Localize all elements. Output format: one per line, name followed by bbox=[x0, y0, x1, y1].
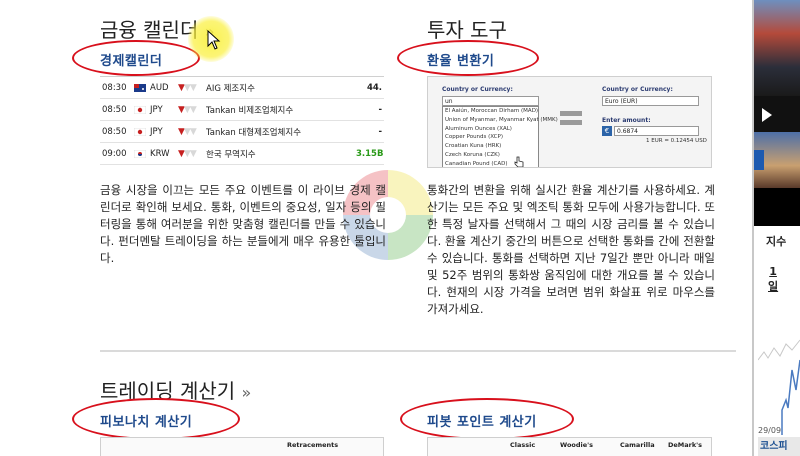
flag-jp-icon bbox=[134, 127, 146, 136]
table-row[interactable]: 08:50 JPY ▼▼▼ Tankan 대형제조업체지수 - bbox=[100, 121, 384, 143]
conversion-result: 1 EUR = 0.12454 USD bbox=[646, 138, 707, 144]
right-sidebar: 지수 1 일 29/09 코스피 bbox=[754, 0, 800, 456]
section-divider bbox=[100, 350, 736, 352]
importance-bull-icon: ▼▼▼ bbox=[178, 148, 197, 159]
from-label: Country or Currency: bbox=[442, 86, 513, 93]
event-value: - bbox=[378, 104, 382, 115]
table-row[interactable]: 09:00KRW▼▼▼한국 수출지수 bbox=[100, 165, 384, 168]
event-name: Tankan 비제조업체지수 bbox=[206, 105, 294, 116]
dropdown-option[interactable]: Croatian Kuna (HRK) bbox=[443, 142, 538, 151]
event-name: 한국 무역지수 bbox=[206, 149, 256, 160]
flag-au-icon bbox=[134, 83, 146, 92]
table-row[interactable]: 09:00 KRW ▼▼▼ 한국 무역지수 3.15B bbox=[100, 143, 384, 165]
index-label: 지수 bbox=[766, 235, 787, 248]
retracements-header: Retracements bbox=[287, 441, 339, 449]
event-currency: JPY bbox=[150, 126, 163, 137]
mouse-pointer-icon bbox=[207, 30, 221, 50]
importance-bull-icon: ▼▼▼ bbox=[178, 82, 197, 93]
currency-dropdown[interactable]: El Aaiún, Moroccan Dirham (MAD) Union of … bbox=[442, 106, 558, 167]
chevron-right-icon: » bbox=[241, 383, 252, 402]
period-tab-1[interactable]: 1 일 bbox=[768, 264, 778, 294]
amount-input[interactable]: 0.6874 bbox=[614, 126, 699, 136]
calendar-description: 금융 시장을 이끄는 모든 주요 이벤트를 이 라이브 경제 캘린더로 확인해 … bbox=[100, 183, 386, 265]
currency-converter-widget: Country or Currency: un El Aaiún, Morocc… bbox=[427, 76, 712, 168]
period-tab-unit: 일 bbox=[768, 280, 779, 293]
video-thumbnail[interactable] bbox=[754, 188, 800, 226]
event-value: - bbox=[378, 126, 382, 137]
pivot-header: Classic bbox=[510, 441, 536, 449]
converter-description: 통화간의 변환을 위해 실시간 환율 계산기를 사용하세요. 계산기는 모든 주… bbox=[427, 183, 715, 316]
to-label: Country or Currency: bbox=[602, 86, 673, 93]
fibonacci-widget: Retracements bbox=[100, 437, 384, 456]
slider-prev-icon[interactable] bbox=[754, 150, 764, 170]
event-currency: JPY bbox=[150, 104, 163, 115]
importance-bull-icon: ▼▼▼ bbox=[178, 126, 197, 137]
video-control-bar[interactable] bbox=[754, 96, 800, 132]
main-content: 금융 캘린더 » 경제캘린더 08:30AUD▼▼▼AIG 제조지수44.08:… bbox=[0, 0, 752, 456]
economic-calendar-link[interactable]: 경제캘린더 bbox=[100, 50, 162, 69]
pivot-header: Camarilla bbox=[620, 441, 655, 449]
pivot-point-calculator-link[interactable]: 피봇 포인트 계산기 bbox=[427, 411, 537, 430]
pivot-header: DeMark's bbox=[668, 441, 703, 449]
from-currency-input[interactable]: un bbox=[442, 96, 539, 106]
euro-icon: € bbox=[602, 126, 612, 136]
event-currency: KRW bbox=[150, 148, 170, 159]
event-time: 08:30 bbox=[102, 82, 127, 93]
dropdown-option[interactable]: Aluminum Ounces (XAL) bbox=[443, 125, 538, 134]
period-tab-number: 1 bbox=[769, 265, 777, 278]
chart-date: 29/09 bbox=[758, 426, 782, 435]
hand-cursor-icon bbox=[514, 156, 524, 167]
amount-label: Enter amount: bbox=[602, 117, 651, 124]
calendar-section-title-text: 금융 캘린더 bbox=[100, 18, 199, 42]
event-currency: AUD bbox=[150, 82, 169, 93]
event-value: 44. bbox=[366, 82, 382, 93]
swap-button-top[interactable] bbox=[560, 111, 582, 116]
importance-bull-icon: ▼▼▼ bbox=[178, 104, 197, 115]
event-name: AIG 제조지수 bbox=[206, 83, 255, 94]
dropdown-option[interactable]: El Aaiún, Moroccan Dirham (MAD) bbox=[443, 107, 538, 116]
fibonacci-calculator-link[interactable]: 피보나치 계산기 bbox=[100, 411, 192, 430]
dropdown-option[interactable]: Copper Pounds (XCP) bbox=[443, 133, 538, 142]
event-time: 09:00 bbox=[102, 148, 127, 159]
pivot-widget: Classic Woodie's Camarilla DeMark's bbox=[427, 437, 712, 456]
swap-button-bottom[interactable] bbox=[560, 120, 582, 125]
table-row[interactable]: 08:30 AUD ▼▼▼ AIG 제조지수 44. bbox=[100, 77, 384, 99]
video-thumbnail[interactable] bbox=[754, 0, 800, 96]
currency-converter-link[interactable]: 환율 변환기 bbox=[427, 50, 494, 69]
event-value: 3.15B bbox=[356, 148, 384, 159]
event-time: 08:50 bbox=[102, 126, 127, 137]
table-row[interactable]: 08:50 JPY ▼▼▼ Tankan 비제조업체지수 - bbox=[100, 99, 384, 121]
to-currency-input[interactable]: Euro (EUR) bbox=[602, 96, 699, 106]
pivot-header: Woodie's bbox=[560, 441, 594, 449]
tools-section-title: 투자 도구 bbox=[427, 18, 507, 42]
play-icon[interactable] bbox=[762, 108, 772, 122]
event-name: Tankan 대형제조업체지수 bbox=[206, 127, 302, 138]
flag-kr-icon bbox=[134, 149, 146, 158]
index-mini-chart bbox=[758, 339, 800, 435]
event-time: 08:50 bbox=[102, 104, 127, 115]
kospi-tab[interactable]: 코스피 bbox=[758, 437, 800, 456]
economic-calendar-table: 08:30 AUD ▼▼▼ AIG 제조지수 44. 08:50 JPY ▼▼▼ Tankan … bbox=[100, 76, 384, 168]
flag-jp-icon bbox=[134, 105, 146, 114]
dropdown-option[interactable]: Union of Myanmar, Myanmar Kyat (MMK) bbox=[443, 116, 558, 125]
